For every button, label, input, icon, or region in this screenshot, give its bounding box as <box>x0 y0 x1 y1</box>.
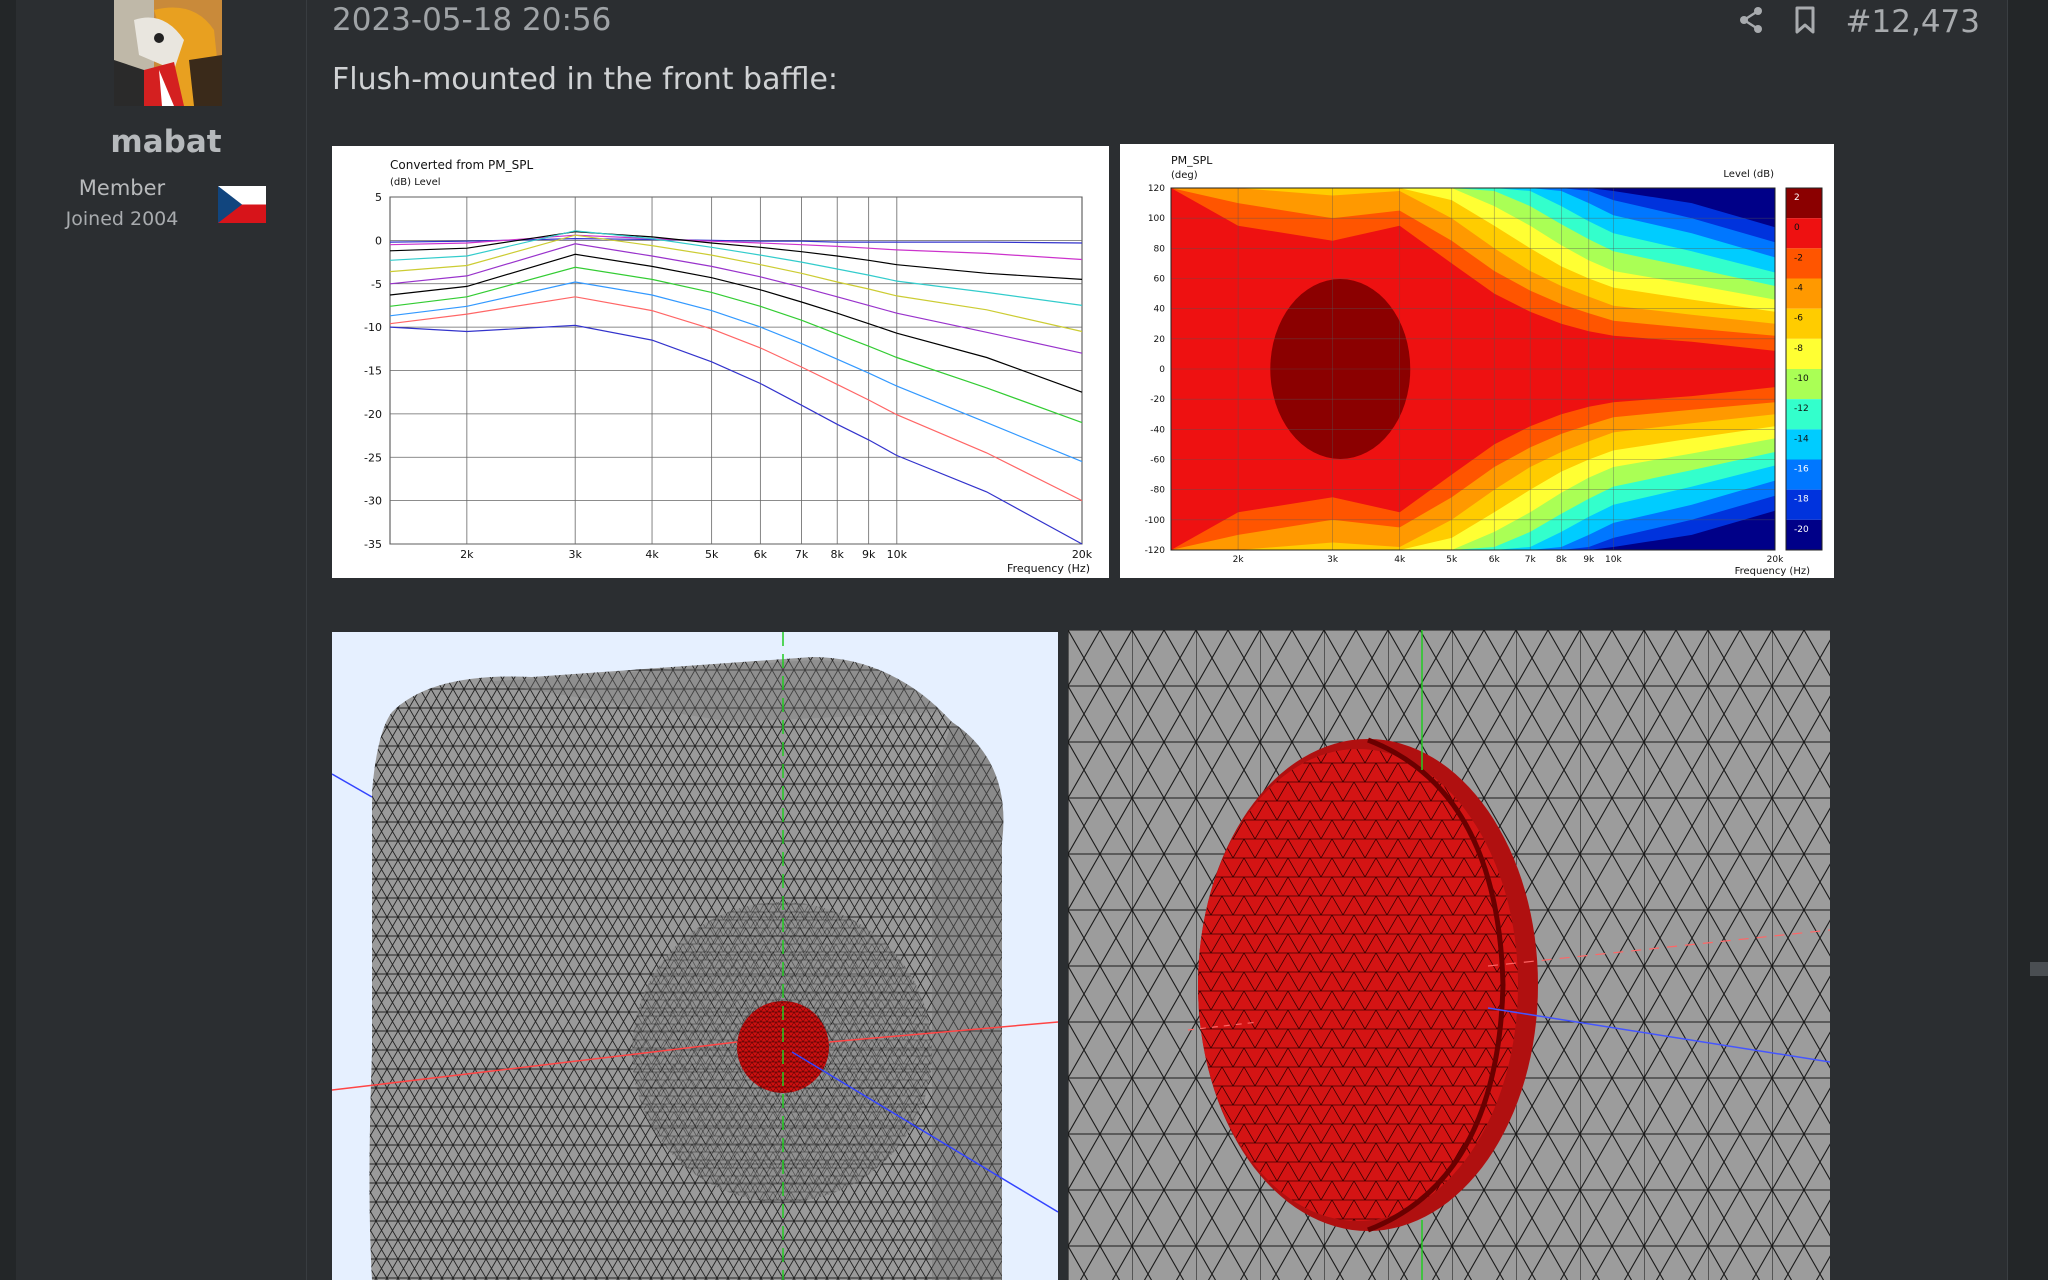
chart2-legend-swatch <box>1786 338 1822 369</box>
chart2-legend-label: 2 <box>1794 193 1800 203</box>
chart2-x-tick: 5k <box>1446 555 1458 565</box>
chart1-x-tick: 7k <box>795 548 809 561</box>
bookmark-icon[interactable] <box>1794 6 1816 38</box>
chart1-y-tick: -20 <box>364 408 382 421</box>
chart2-legend-title: Level (dB) <box>1723 169 1774 180</box>
chart2-legend-label: -14 <box>1794 434 1809 444</box>
chart2-y-tick: 100 <box>1148 214 1165 224</box>
avatar[interactable] <box>114 0 222 106</box>
frequency-response-chart: Converted from PM_SPL (dB) Level 5 0 -5 -10… <box>364 158 1093 575</box>
polar-map-chart-image[interactable]: PM_SPL (deg) Level (dB) 120 100 80 60 40 20 0-… <box>1120 144 1834 578</box>
mesh-driver-closeup-image[interactable] <box>1068 630 1830 1280</box>
chart2-y-tick: 20 <box>1154 335 1166 345</box>
chart2-legend-label: -10 <box>1794 374 1809 384</box>
user-role: Member <box>78 176 166 200</box>
chart1-subtitle: (dB) Level <box>390 177 441 188</box>
chart1-y-tick: -35 <box>364 538 382 551</box>
chart2-legend-label: -16 <box>1794 465 1809 475</box>
mesh-cabinet-image[interactable] <box>332 632 1058 1280</box>
chart1-title: Converted from PM_SPL <box>390 158 533 172</box>
chart2-y-tick: -20 <box>1150 395 1165 405</box>
chart1-y-tick: -15 <box>364 365 382 378</box>
chart2-x-tick: 9k <box>1583 555 1595 565</box>
chart2-y-tick: 60 <box>1154 275 1166 285</box>
chart2-y-tick: -120 <box>1145 546 1166 556</box>
chart2-y-tick: -60 <box>1150 456 1165 466</box>
chart1-x-tick: 8k <box>831 548 845 561</box>
chart2-legend-label: -2 <box>1794 253 1803 263</box>
chart2-title: PM_SPL <box>1171 154 1213 167</box>
chart2-x-tick: 10k <box>1605 555 1622 565</box>
chart2-legend-swatch <box>1786 188 1822 219</box>
polar-map-chart: PM_SPL (deg) Level (dB) 120100806040200-… <box>1145 154 1823 577</box>
chart2-legend-swatch <box>1786 278 1822 309</box>
chart2-y-tick: 0 <box>1159 365 1165 375</box>
chart2-legend-swatch <box>1786 248 1822 279</box>
chart2-x-tick: 2k <box>1233 555 1245 565</box>
chart2-legend-swatch <box>1786 218 1822 249</box>
chart1-x-tick: 4k <box>645 548 659 561</box>
chart2-legend-label: -12 <box>1794 404 1809 414</box>
chart2-y-tick: 40 <box>1154 305 1166 315</box>
chart2-y-tick: -40 <box>1150 425 1165 435</box>
chart2-y-tick: -80 <box>1150 486 1165 496</box>
chart2-y-tick: -100 <box>1145 516 1166 526</box>
chart1-y-tick: 0 <box>375 234 382 247</box>
chart2-x-tick: 4k <box>1394 555 1406 565</box>
chart2-legend-label: -6 <box>1794 314 1803 324</box>
username[interactable]: mabat <box>16 124 316 160</box>
chart2-x-tick: 7k <box>1525 555 1537 565</box>
frequency-response-chart-image[interactable]: Converted from PM_SPL (dB) Level 5 0 -5 -10… <box>332 146 1109 578</box>
post-message: Flush-mounted in the front baffle: <box>332 62 839 97</box>
chart2-legend-label: -4 <box>1794 284 1803 294</box>
chart1-x-tick: 10k <box>887 548 908 561</box>
chart2-y-tick: 80 <box>1154 244 1166 254</box>
user-joined: Joined 2004 <box>65 208 179 230</box>
chart1-y-tick: -5 <box>371 278 382 291</box>
chart2-legend-label: -8 <box>1794 344 1803 354</box>
share-icon[interactable] <box>1738 6 1764 38</box>
chart2-x-tick: 20k <box>1767 555 1784 565</box>
chart2-legend-swatch <box>1786 308 1822 339</box>
chart2-x-tick: 8k <box>1556 555 1568 565</box>
chart2-legend-label: -20 <box>1794 525 1809 535</box>
chart2-xlabel: Frequency (Hz) <box>1735 566 1811 577</box>
chart1-x-tick: 2k <box>460 548 474 561</box>
chart2-y-tick: 120 <box>1148 184 1165 194</box>
chart2-x-tick: 6k <box>1489 555 1501 565</box>
chart2-legend-label: -18 <box>1794 495 1809 505</box>
post-date[interactable]: 2023-05-18 20:56 <box>332 2 611 38</box>
chart1-y-tick: -25 <box>364 451 382 464</box>
chart1-x-tick: 6k <box>754 548 768 561</box>
chart1-x-tick: 20k <box>1072 548 1093 561</box>
chart1-x-tick: 3k <box>568 548 582 561</box>
chart1-y-tick: -30 <box>364 495 382 508</box>
chart2-x-tick: 3k <box>1327 555 1339 565</box>
scrollbar-thumb[interactable] <box>2030 962 2048 976</box>
chart1-x-tick: 5k <box>705 548 719 561</box>
post-number-link[interactable]: #12,473 <box>1846 4 1980 40</box>
chart2-subtitle: (deg) <box>1171 170 1198 181</box>
chart1-x-tick: 9k <box>862 548 876 561</box>
chart1-y-tick: 5 <box>375 191 382 204</box>
country-flag-icon <box>218 186 266 223</box>
post-tools: #12,473 <box>1738 4 1980 40</box>
chart1-y-tick: -10 <box>364 321 382 334</box>
chart2-legend-label: 0 <box>1794 223 1800 233</box>
chart1-xlabel: Frequency (Hz) <box>1007 562 1090 575</box>
